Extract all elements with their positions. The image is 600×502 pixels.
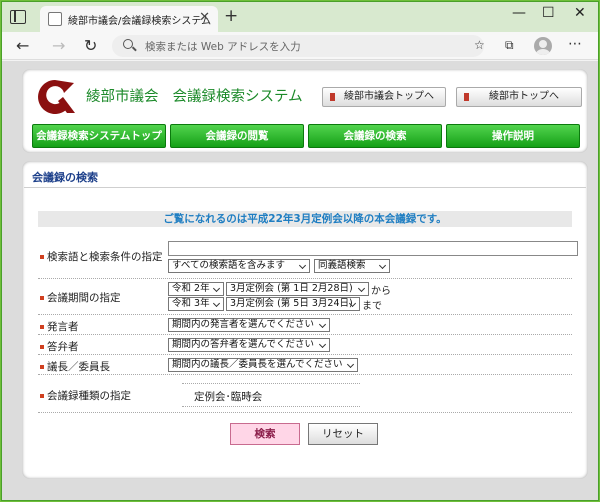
browser-tab[interactable]: 綾部市議会/会議録検索システム ✕: [40, 6, 218, 32]
from-session-select[interactable]: 3月定例会 (第 1日 2月28日): [226, 282, 369, 296]
nav-browse[interactable]: 会議録の閲覧: [170, 124, 304, 148]
minimize-icon[interactable]: —: [512, 5, 526, 21]
nav-system-top[interactable]: 会議録検索システムトップ: [32, 124, 166, 148]
type-options: 定例会･臨時会: [182, 383, 360, 407]
from-year-select[interactable]: 令和 2年: [168, 282, 224, 296]
search-title: 会議録の検索: [32, 171, 98, 184]
keyword-label: 検索語と検索条件の指定: [40, 249, 163, 264]
chair-label: 議長／委員長: [40, 359, 110, 374]
favorites-icon[interactable]: ☆: [474, 38, 485, 52]
site-name: 綾部市議会: [86, 89, 159, 105]
search-button[interactable]: 検索: [230, 423, 300, 445]
back-icon[interactable]: ←: [16, 36, 29, 55]
title-divider: [24, 187, 586, 188]
main-nav: 会議録検索システムトップ 会議録の閲覧 会議録の検索 操作説明: [32, 124, 580, 148]
period-label: 会議期間の指定: [40, 290, 121, 305]
maximize-icon[interactable]: ☐: [542, 5, 555, 21]
search-mode-select[interactable]: 同義語検索: [314, 259, 390, 273]
tab-strip: 綾部市議会/会議録検索システム ✕ + — ☐ ✕: [2, 2, 598, 32]
search-notice: ご覧になれるのは平成22年3月定例会以降の本会議録です。: [38, 211, 572, 227]
keyword-input[interactable]: [168, 241, 578, 256]
speaker-label: 発言者: [40, 319, 79, 334]
to-year-select[interactable]: 令和 3年: [168, 297, 224, 311]
close-window-icon[interactable]: ✕: [574, 5, 586, 21]
collections-icon[interactable]: ⧉: [505, 38, 514, 53]
to-session-select[interactable]: 3月定例会 (第 5日 3月24日): [226, 297, 360, 311]
type-regular-extra[interactable]: 定例会･臨時会: [194, 389, 262, 404]
condition-select[interactable]: すべての検索語を含みます: [168, 259, 310, 273]
forward-icon[interactable]: →: [52, 36, 65, 55]
site-title: 綾部市議会 会議録検索システム: [86, 85, 303, 106]
address-bar[interactable]: 検索または Web アドレスを入力: [112, 35, 484, 57]
profile-avatar[interactable]: [534, 37, 552, 55]
council-top-link[interactable]: 綾部市議会トップへ: [322, 87, 446, 107]
answerer-row: 答弁者 期間内の答弁者を選んでください: [38, 335, 572, 355]
from-suffix: から: [371, 286, 391, 297]
city-logo-icon: [38, 80, 75, 114]
tab-actions-icon[interactable]: [10, 10, 26, 24]
to-suffix: まで: [362, 301, 382, 312]
nav-search[interactable]: 会議録の検索: [308, 124, 442, 148]
reset-button[interactable]: リセット: [308, 423, 378, 445]
browser-toolbar: ← → ↻ 検索または Web アドレスを入力 ☆ ⧉ ⋯: [2, 32, 598, 60]
period-row: 会議期間の指定 令和 2年 3月定例会 (第 1日 2月28日) から 令和 3…: [38, 279, 572, 315]
keyword-row: 検索語と検索条件の指定 すべての検索語を含みます 同義語検索: [38, 239, 578, 279]
tab-title: 綾部市議会/会議録検索システム: [68, 16, 212, 27]
search-icon: [123, 39, 133, 49]
chair-row: 議長／委員長 期間内の議長／委員長を選んでください: [38, 355, 572, 375]
page-content: 綾部市議会 会議録検索システム 綾部市議会トップへ 綾部市トップへ 会議録検索シス…: [2, 61, 598, 500]
new-tab-icon[interactable]: +: [224, 6, 238, 26]
tab-close-icon[interactable]: ✕: [199, 10, 210, 25]
answerer-select[interactable]: 期間内の答弁者を選んでください: [168, 338, 330, 352]
speaker-select[interactable]: 期間内の発言者を選んでください: [168, 318, 330, 332]
refresh-icon[interactable]: ↻: [84, 36, 97, 55]
nav-help[interactable]: 操作説明: [446, 124, 580, 148]
speaker-row: 発言者 期間内の発言者を選んでください: [38, 315, 572, 335]
chair-select[interactable]: 期間内の議長／委員長を選んでください: [168, 358, 358, 372]
type-label: 会議録種類の指定: [40, 388, 131, 403]
browser-window: 綾部市議会/会議録検索システム ✕ + — ☐ ✕ ← → ↻ 検索または We…: [1, 1, 599, 501]
city-top-link[interactable]: 綾部市トップへ: [456, 87, 582, 107]
more-icon[interactable]: ⋯: [568, 36, 582, 52]
answerer-label: 答弁者: [40, 339, 79, 354]
favicon-icon: [48, 12, 62, 26]
type-row: 会議録種類の指定 定例会･臨時会: [38, 375, 572, 413]
system-name: 会議録検索システム: [172, 89, 303, 105]
address-input[interactable]: 検索または Web アドレスを入力: [145, 39, 301, 54]
search-panel: 会議録の検索 ご覧になれるのは平成22年3月定例会以降の本会議録です。 検索語と…: [22, 161, 588, 479]
site-header: 綾部市議会 会議録検索システム 綾部市議会トップへ 綾部市トップへ 会議録検索シス…: [22, 69, 588, 153]
